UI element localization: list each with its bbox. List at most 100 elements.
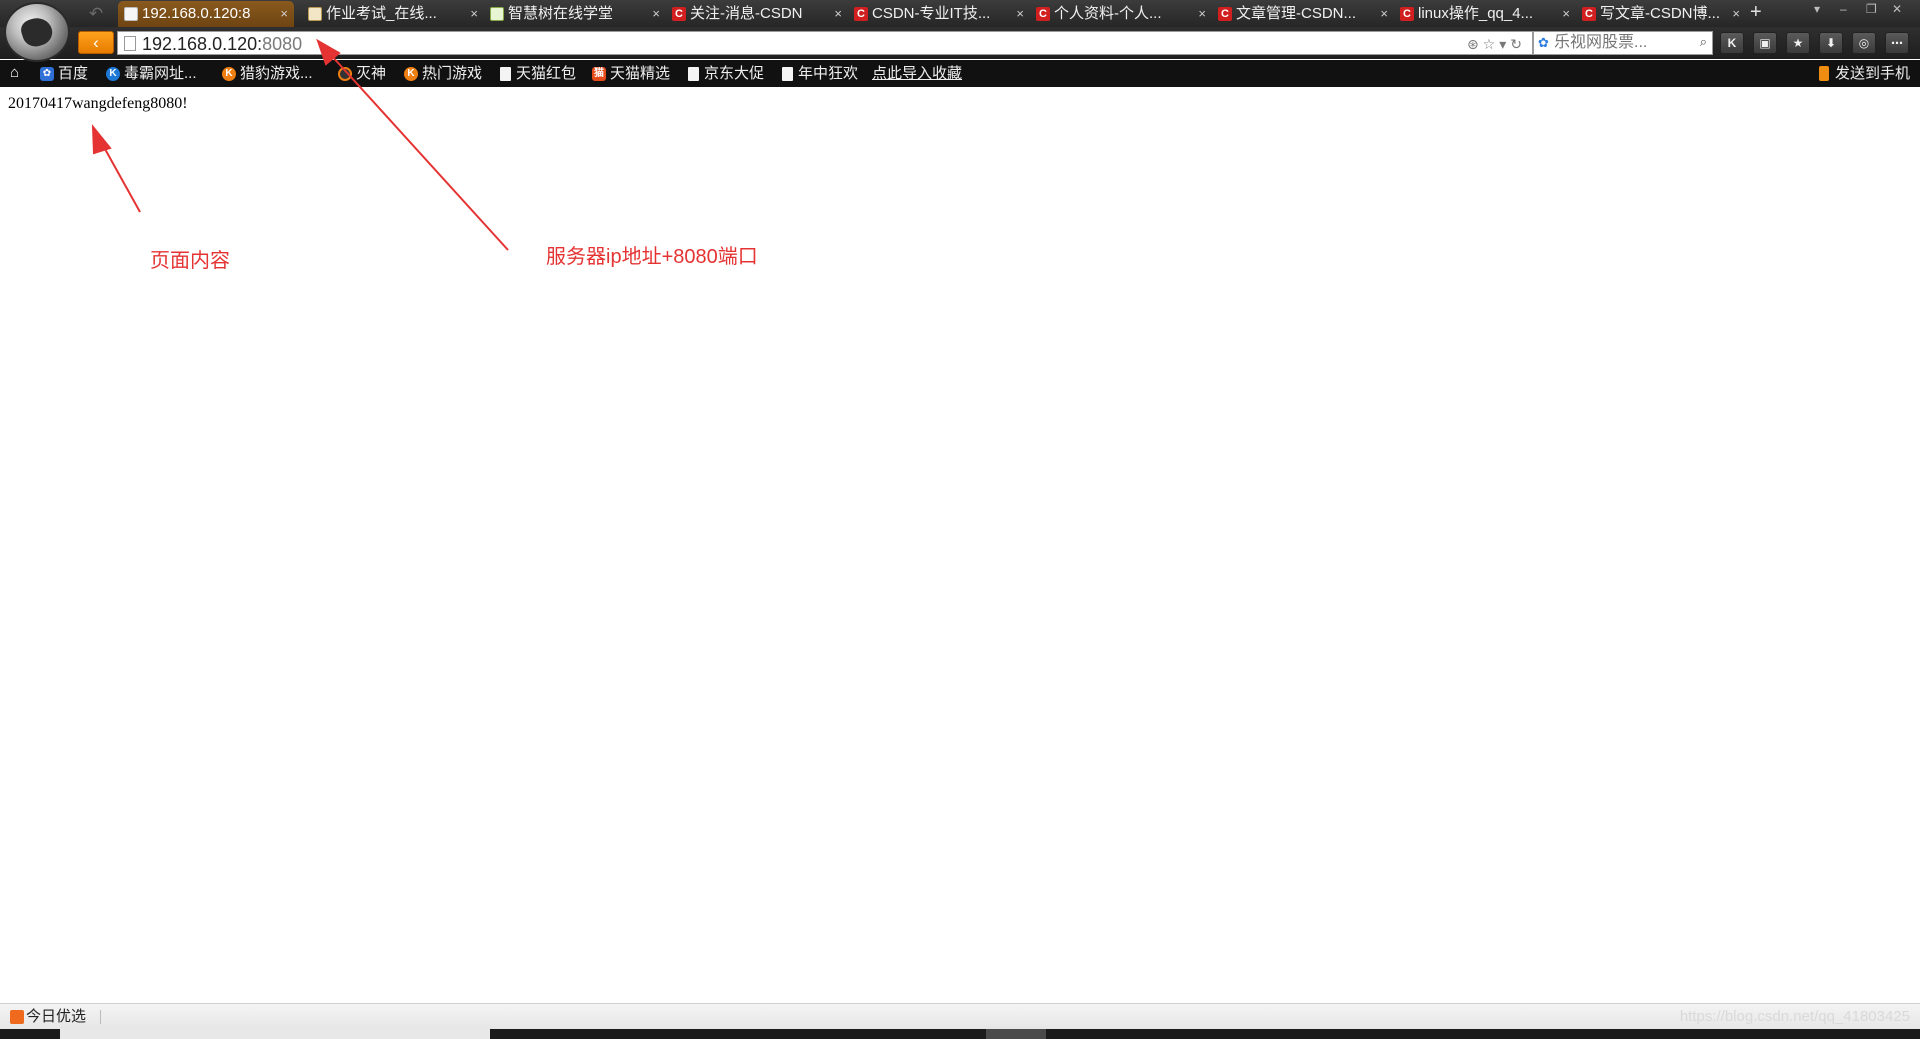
tab-close-icon[interactable]: × xyxy=(470,1,478,27)
home-icon[interactable]: ⌂ xyxy=(10,64,26,82)
csdn-icon: C xyxy=(672,7,686,21)
maximize-icon[interactable]: ❐ xyxy=(1866,2,1877,16)
back-button[interactable]: ‹ xyxy=(78,31,114,54)
bookmark-label: 天猫红包 xyxy=(516,65,577,82)
bookmark-mieshen[interactable]: 灭神 xyxy=(336,60,386,87)
search-input[interactable] xyxy=(1554,33,1684,53)
tab-close-icon[interactable]: × xyxy=(1562,1,1570,27)
blank-page-icon xyxy=(124,7,138,21)
tab-csdn-profile[interactable]: C 个人资料-个人... × xyxy=(1030,1,1212,27)
csdn-icon: C xyxy=(1582,7,1596,21)
bookmark-tmall-select[interactable]: 猫天猫精选 xyxy=(590,60,670,87)
address-bar[interactable]: 192.168.0.120:8080 ⊛☆▾↻ xyxy=(117,31,1533,55)
tab-close-icon[interactable]: × xyxy=(1016,1,1024,27)
tab-csdn-follow[interactable]: C 关注-消息-CSDN × xyxy=(666,1,848,27)
bookmark-label: 年中狂欢 xyxy=(798,65,859,82)
bookmark-label: 猎豹游戏... xyxy=(240,65,313,82)
dropdown-icon[interactable]: ▾ xyxy=(1499,36,1510,52)
lock-icon[interactable]: ▣ xyxy=(1753,32,1777,54)
bookmark-label: 毒霸网址... xyxy=(124,65,197,82)
address-url[interactable]: 192.168.0.120:8080 xyxy=(142,33,302,55)
doc-icon xyxy=(500,67,511,81)
tab-title: 关注-消息-CSDN xyxy=(690,5,803,22)
url-port: 8080 xyxy=(262,34,303,54)
tab-zuoye-kaoshi[interactable]: 作业考试_在线... × xyxy=(302,1,484,27)
favorite-star-icon[interactable]: ☆ xyxy=(1483,36,1500,52)
blog-watermark: https://blog.csdn.net/qq_41803425 xyxy=(1679,1008,1910,1025)
gamepad-icon[interactable]: ◎ xyxy=(1852,32,1876,54)
bookmarks-bar: ⌂ ✿ 百度 K 毒霸网址... K 猎豹游戏... 灭神 K 热门游戏 天猫红包 猫天… xyxy=(0,60,1920,87)
close-window-icon[interactable]: ✕ xyxy=(1892,2,1902,16)
page-icon xyxy=(124,36,136,51)
tab-192-168-0-120[interactable]: 192.168.0.120:8 × xyxy=(118,1,294,27)
bookmark-cheetah-games[interactable]: K 猎豹游戏... xyxy=(220,60,313,87)
tab-close-icon[interactable]: × xyxy=(1380,1,1388,27)
mail-icon xyxy=(10,1010,24,1024)
game-icon xyxy=(338,67,352,81)
compat-mode-icon[interactable]: ⊛ xyxy=(1467,36,1483,52)
new-tab-button[interactable]: + xyxy=(1750,0,1770,26)
tab-close-icon[interactable]: × xyxy=(1732,1,1740,27)
csdn-icon: C xyxy=(1218,7,1232,21)
bookmark-tmall-hongbao[interactable]: 天猫红包 xyxy=(496,60,576,87)
tab-title: linux操作_qq_4... xyxy=(1418,5,1534,22)
annotation-server-address: 服务器ip地址+8080端口 xyxy=(546,246,758,268)
tab-csdn-home[interactable]: C CSDN-专业IT技... × xyxy=(848,1,1030,27)
tab-strip: ↶ 192.168.0.120:8 × 作业考试_在线... × 智慧树在线学堂… xyxy=(0,0,1920,27)
bookmark-label: 京东大促 xyxy=(704,65,765,82)
tab-csdn-write[interactable]: C 写文章-CSDN博... × xyxy=(1576,1,1746,27)
star-icon[interactable]: ★ xyxy=(1786,32,1810,54)
tab-close-icon[interactable]: × xyxy=(1198,1,1206,27)
doc-icon xyxy=(782,67,793,81)
search-icon[interactable]: ⌕ xyxy=(1700,34,1707,50)
bookmark-jd-sale[interactable]: 京东大促 xyxy=(684,60,764,87)
doc-icon xyxy=(688,67,699,81)
bookmark-duba[interactable]: K 毒霸网址... xyxy=(104,60,197,87)
tmall-icon: 猫 xyxy=(592,67,606,81)
cheetah-icon: K xyxy=(404,67,418,81)
send-to-phone-label: 发送到手机 xyxy=(1834,65,1910,82)
bookmark-hot-games[interactable]: K 热门游戏 xyxy=(402,60,482,87)
zhihuishu-icon xyxy=(490,7,504,21)
kingsoft-icon[interactable]: K xyxy=(1720,32,1744,54)
minimize-icon[interactable]: – xyxy=(1840,2,1847,16)
tab-title: 192.168.0.120:8 xyxy=(142,5,251,22)
address-bar-icons: ⊛☆▾↻ xyxy=(1467,33,1526,55)
download-icon[interactable]: ⬇ xyxy=(1819,32,1843,54)
cheetah-icon: K xyxy=(222,67,236,81)
today-picks-button[interactable]: 今日优选 xyxy=(10,1008,86,1026)
send-to-phone-button[interactable]: 发送到手机 xyxy=(1817,60,1910,87)
tab-title: 智慧树在线学堂 xyxy=(508,5,614,22)
import-bookmarks-link[interactable]: 点此导入收藏 xyxy=(872,60,962,87)
tab-close-icon[interactable]: × xyxy=(652,1,660,27)
taskbar-item[interactable] xyxy=(60,1029,490,1039)
more-icon[interactable]: ⋯ xyxy=(1885,32,1909,54)
status-divider xyxy=(100,1010,101,1024)
tab-title: CSDN-专业IT技... xyxy=(872,5,991,22)
zhihuishu-icon xyxy=(308,7,322,21)
refresh-icon[interactable]: ↻ xyxy=(1510,36,1526,52)
csdn-icon: C xyxy=(854,7,868,21)
search-engine-icon[interactable]: ✿ xyxy=(1538,36,1552,50)
tab-title: 文章管理-CSDN... xyxy=(1236,5,1357,22)
bookmark-label: 灭神 xyxy=(356,65,387,82)
baidu-icon: ✿ xyxy=(40,67,54,81)
tab-linux-qq[interactable]: C linux操作_qq_4... × xyxy=(1394,1,1576,27)
tab-title: 写文章-CSDN博... xyxy=(1600,5,1721,22)
browser-logo[interactable] xyxy=(4,2,70,62)
tab-close-icon[interactable]: × xyxy=(280,1,288,27)
bookmark-midyear[interactable]: 年中狂欢 xyxy=(778,60,858,87)
search-box[interactable]: ✿ ⌕ xyxy=(1533,31,1713,55)
url-host: 192.168.0.120: xyxy=(142,34,263,54)
skin-icon[interactable]: ▾ xyxy=(1814,2,1820,16)
bookmark-label: 热门游戏 xyxy=(422,65,483,82)
tab-zhihuishu[interactable]: 智慧树在线学堂 × xyxy=(484,1,666,27)
os-taskbar xyxy=(0,1029,1920,1039)
tab-close-icon[interactable]: × xyxy=(834,1,842,27)
undo-close-tab-icon[interactable]: ↶ xyxy=(82,3,110,25)
csdn-icon: C xyxy=(1036,7,1050,21)
tab-csdn-articles[interactable]: C 文章管理-CSDN... × xyxy=(1212,1,1394,27)
bookmark-baidu[interactable]: ✿ 百度 xyxy=(38,60,88,87)
page-body-text: 20170417wangdefeng8080! xyxy=(8,95,188,112)
taskbar-item[interactable] xyxy=(986,1029,1046,1039)
